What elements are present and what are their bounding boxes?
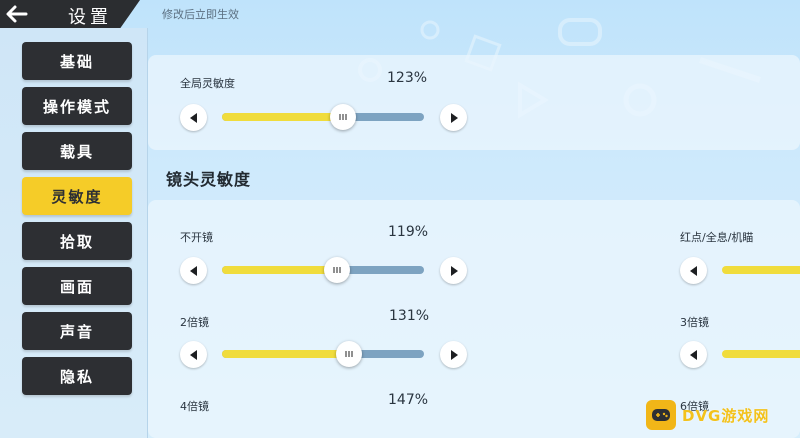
lens-sensitivity-title: 镜头灵敏度 [166,170,252,189]
gamepad-logo-icon [646,400,676,430]
hint-text: 修改后立即生效 [162,8,239,21]
global-slider-fill [222,113,344,121]
triangle-right-icon [450,265,458,276]
4x-scope-label: 4倍镜 [180,400,209,413]
page-title: 设置 [68,7,112,28]
triangle-left-icon [189,265,197,276]
back-button[interactable] [4,0,32,26]
back-arrow-icon [6,5,28,23]
global-sensitivity-panel [148,55,800,150]
global-decrease-button[interactable] [180,104,207,131]
triangle-left-icon [189,112,197,123]
global-slider-track[interactable] [222,113,424,121]
grip-icon [345,351,353,357]
triangle-right-icon [450,349,458,360]
2x-scope-value: 131% [389,308,430,324]
triangle-left-icon [189,349,197,360]
triangle-right-icon [450,112,458,123]
no-scope-slider-fill [222,266,338,274]
sidebar-item-sound[interactable]: 声音 [22,312,132,350]
3x-scope-label: 3倍镜 [680,316,709,329]
sidebar-item-privacy[interactable]: 隐私 [22,357,132,395]
top-bar: 设置 修改后立即生效 [0,0,800,28]
red-dot-decrease-button[interactable] [680,257,707,284]
grip-icon [339,114,347,120]
2x-scope-label: 2倍镜 [180,316,209,329]
2x-scope-increase-button[interactable] [440,341,467,368]
sidebar-item-basic[interactable]: 基础 [22,42,132,80]
global-increase-button[interactable] [440,104,467,131]
red-dot-label: 红点/全息/机瞄 [680,231,754,244]
watermark: DVG游戏网 [646,398,796,432]
global-slider-thumb[interactable] [330,104,357,130]
grip-icon [333,267,341,273]
3x-scope-decrease-button[interactable] [680,341,707,368]
4x-scope-value: 147% [388,392,429,408]
sidebar-item-sensitivity[interactable]: 灵敏度 [22,177,132,215]
2x-scope-slider-fill [222,350,350,358]
red-dot-slider-track[interactable] [722,266,800,274]
no-scope-value: 119% [388,224,429,240]
sidebar-item-control-mode[interactable]: 操作模式 [22,87,132,125]
watermark-text: DVG游戏网 [682,406,770,425]
sidebar-item-graphics[interactable]: 画面 [22,267,132,305]
2x-scope-slider-track[interactable] [222,350,424,358]
global-sensitivity-value: 123% [387,70,428,86]
triangle-left-icon [689,349,697,360]
sidebar-item-pickup[interactable]: 拾取 [22,222,132,260]
no-scope-decrease-button[interactable] [180,257,207,284]
no-scope-slider-track[interactable] [222,266,424,274]
no-scope-label: 不开镜 [180,231,213,244]
no-scope-increase-button[interactable] [440,257,467,284]
3x-scope-slider-track[interactable] [722,350,800,358]
sidebar-item-vehicle[interactable]: 载具 [22,132,132,170]
global-sensitivity-label: 全局灵敏度 [180,77,235,90]
2x-scope-decrease-button[interactable] [180,341,207,368]
no-scope-slider-thumb[interactable] [324,257,351,283]
triangle-left-icon [689,265,697,276]
